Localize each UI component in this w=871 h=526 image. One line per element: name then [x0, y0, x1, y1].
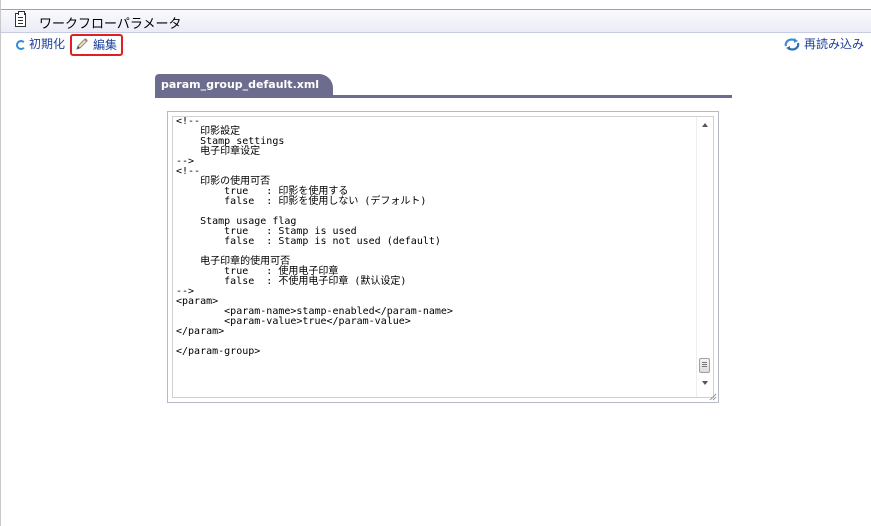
pencil-icon	[76, 38, 88, 50]
code-line: false : Stamp is not used (default)	[176, 236, 441, 247]
scroll-up-icon[interactable]	[697, 117, 713, 133]
code-line: false : 印影を使用しない (デフォルト)	[176, 196, 427, 207]
title-bar: ワークフローパラメータ	[1, 9, 871, 33]
initialize-label: 初期化	[29, 37, 66, 51]
scroll-thumb[interactable]	[699, 358, 710, 373]
code-line: -->	[176, 286, 195, 297]
xml-editor: <!-- 印影設定 Stamp settings 电子印章设定 --> <!-- 印…	[167, 111, 719, 403]
reload-button[interactable]: 再読み込み	[784, 36, 864, 52]
xml-textarea[interactable]: <!-- 印影設定 Stamp settings 电子印章设定 --> <!-- 印…	[172, 116, 714, 398]
resize-grip-icon[interactable]	[707, 391, 717, 401]
code-line: false : 不使用电子印章 (默认设定)	[176, 276, 407, 287]
code-line: 电子印章设定	[176, 146, 261, 157]
tab-underline	[155, 95, 732, 98]
code-line: </param>	[176, 326, 225, 337]
reload-icon	[16, 40, 26, 50]
code-line: </param-group>	[176, 346, 261, 357]
edit-button[interactable]: 編集	[70, 34, 124, 56]
code-line: <param-value>true</param-value>	[176, 316, 411, 327]
xml-content: <!-- 印影設定 Stamp settings 电子印章设定 --> <!-- 印…	[176, 117, 693, 357]
code-line: -->	[176, 156, 195, 167]
toolbar: 初期化 編集 再読み込み	[1, 33, 871, 56]
clipboard-icon	[15, 11, 26, 27]
tab-param-group-default[interactable]: param_group_default.xml	[155, 74, 334, 96]
page-title: ワークフローパラメータ	[39, 17, 182, 32]
code-line: <!--	[176, 116, 201, 127]
edit-label: 編集	[93, 38, 118, 52]
workflow-parameter-window: ワークフローパラメータ 初期化 編集 再読み込み param_group_def…	[0, 0, 871, 526]
reload-label: 再読み込み	[803, 37, 864, 51]
vertical-scrollbar[interactable]	[696, 117, 713, 397]
initialize-button[interactable]: 初期化	[16, 36, 65, 52]
scroll-down-icon[interactable]	[697, 375, 713, 391]
refresh-icon	[784, 38, 800, 51]
